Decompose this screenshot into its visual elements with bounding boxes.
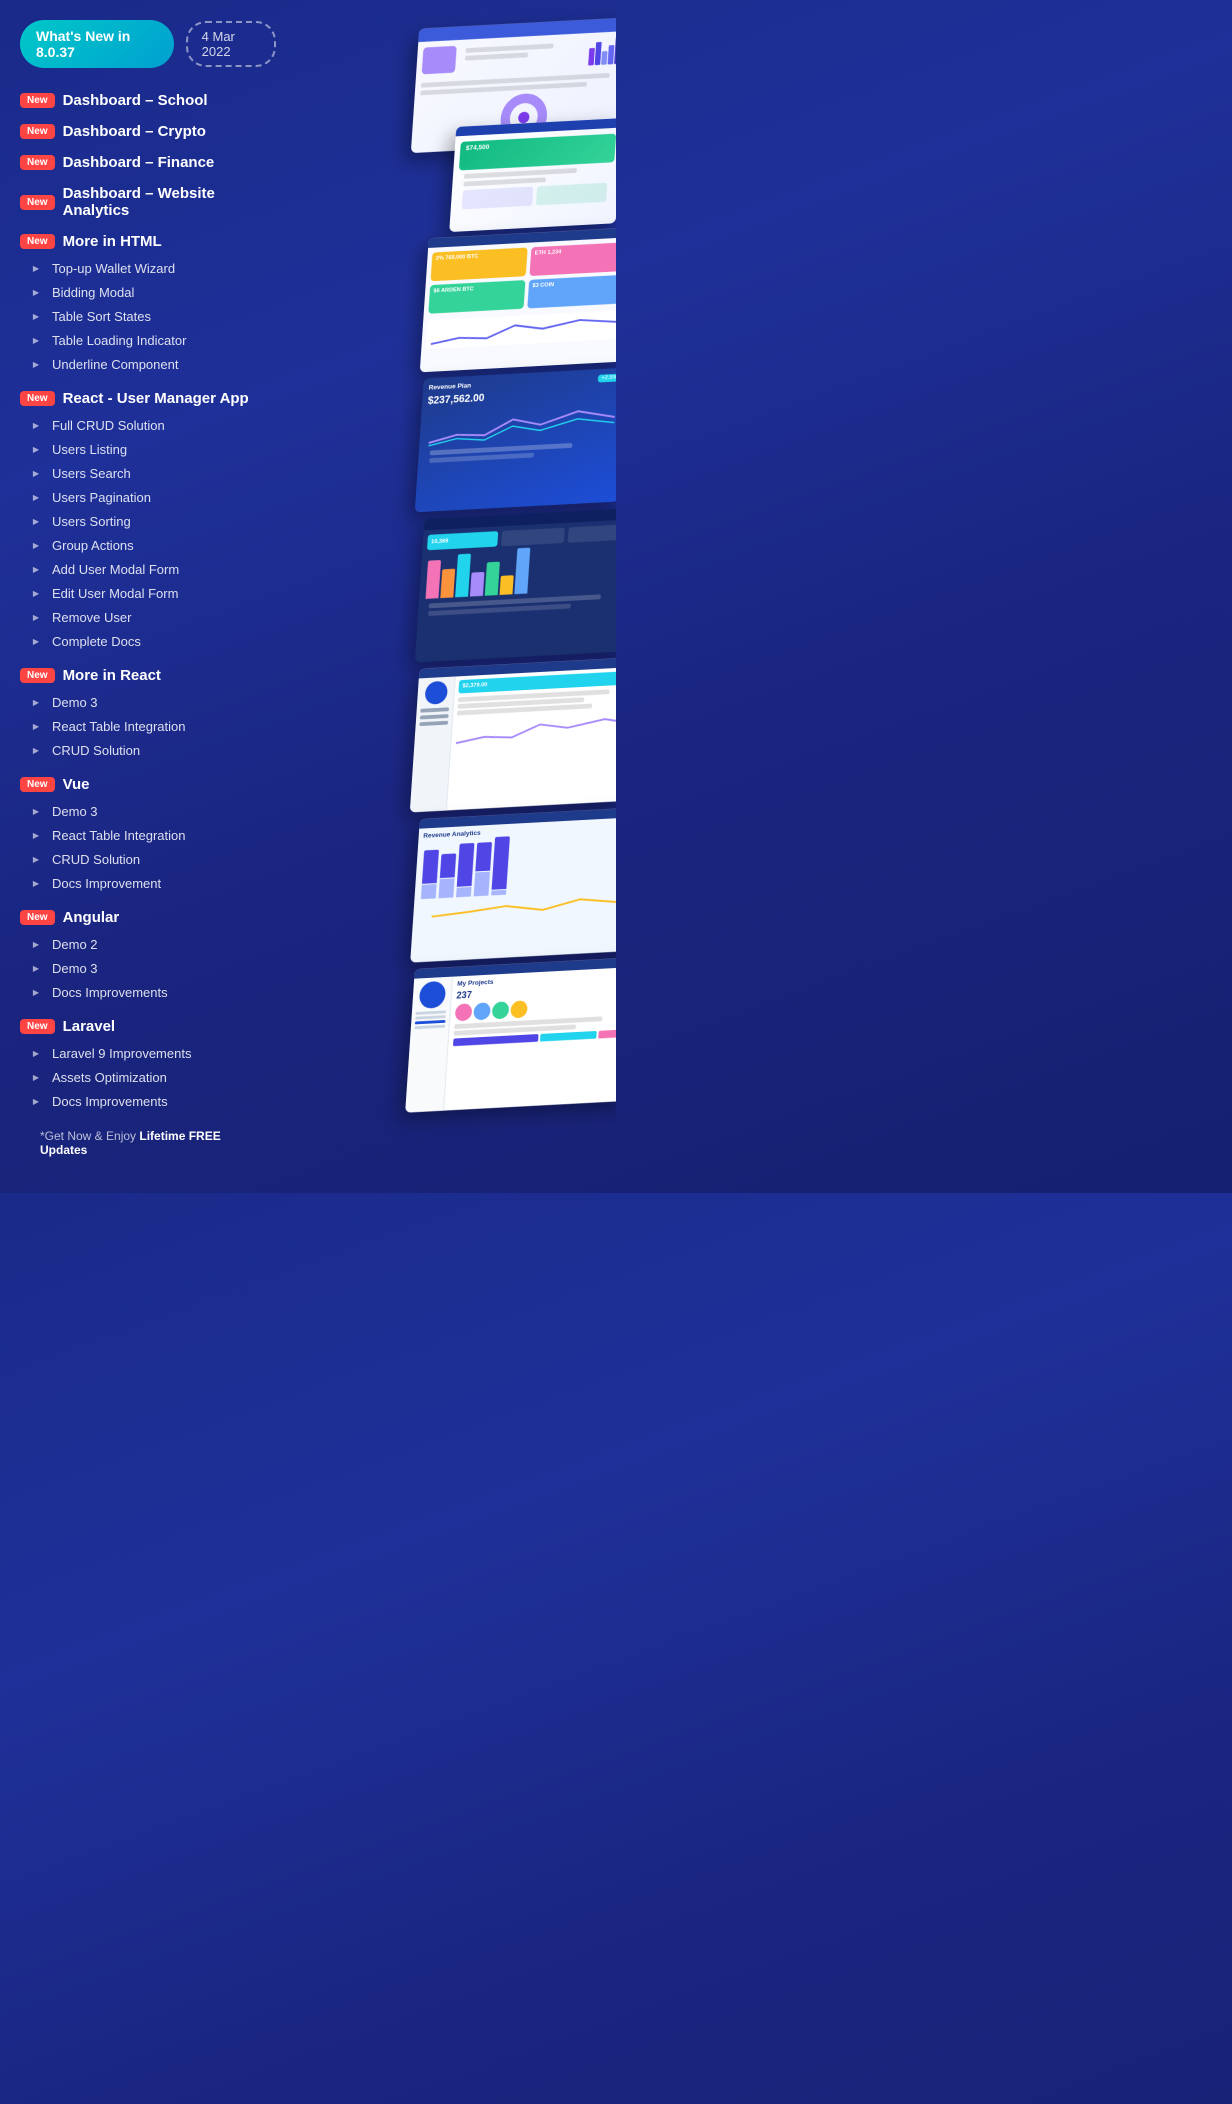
new-badge-react: New <box>20 391 55 406</box>
section-title-more-react: More in React <box>63 667 161 684</box>
section-title-react: React - User Manager App <box>63 390 249 407</box>
chevron-icon <box>28 984 44 1000</box>
chevron-icon <box>28 875 44 891</box>
list-item[interactable]: Users Pagination <box>20 485 276 509</box>
list-item[interactable]: Table Loading Indicator <box>20 328 276 352</box>
screenshots-panel: $74,500 2% 769,000 BTC ETH 1,234 <box>296 0 616 1193</box>
section-dashboard-school[interactable]: New Dashboard – School <box>20 92 276 109</box>
screenshot-2: $74,500 <box>449 118 616 232</box>
section-title-dashboard-school: Dashboard – School <box>63 92 208 109</box>
list-item[interactable]: Demo 2 <box>20 932 276 956</box>
list-item[interactable]: Demo 3 <box>20 956 276 980</box>
list-item[interactable]: Full CRUD Solution <box>20 413 276 437</box>
new-badge-vue: New <box>20 777 55 792</box>
list-item[interactable]: Docs Improvements <box>20 1089 276 1113</box>
new-badge-laravel: New <box>20 1019 55 1034</box>
list-item[interactable]: Users Sorting <box>20 509 276 533</box>
section-react-user-manager: New React - User Manager App <box>20 390 276 407</box>
section-title-laravel: Laravel <box>63 1018 116 1035</box>
chevron-icon <box>28 742 44 758</box>
list-item[interactable]: Docs Improvement <box>20 871 276 895</box>
section-vue: New Vue <box>20 776 276 793</box>
list-item[interactable]: React Table Integration <box>20 714 276 738</box>
list-item[interactable]: Top-up Wallet Wizard <box>20 256 276 280</box>
chevron-icon <box>28 694 44 710</box>
chevron-icon <box>28 633 44 649</box>
section-title-more-html: More in HTML <box>63 233 162 250</box>
new-badge-dashboard-finance: New <box>20 155 55 170</box>
section-title-vue: Vue <box>63 776 90 793</box>
section-dashboard-crypto[interactable]: New Dashboard – Crypto <box>20 123 276 140</box>
list-item[interactable]: Laravel 9 Improvements <box>20 1041 276 1065</box>
chevron-icon <box>28 308 44 324</box>
section-title-dashboard-finance: Dashboard – Finance <box>63 154 215 171</box>
section-title-dashboard-analytics: Dashboard – Website Analytics <box>63 185 276 219</box>
chevron-icon <box>28 284 44 300</box>
section-laravel: New Laravel <box>20 1018 276 1035</box>
chevron-icon <box>28 441 44 457</box>
section-title-dashboard-crypto: Dashboard – Crypto <box>63 123 206 140</box>
list-item[interactable]: Remove User <box>20 605 276 629</box>
screenshot-5: 10,369 <box>415 508 616 663</box>
chevron-icon <box>28 465 44 481</box>
list-item[interactable]: Edit User Modal Form <box>20 581 276 605</box>
page-header: What's New in 8.0.37 4 Mar 2022 <box>20 20 276 68</box>
chevron-icon <box>28 936 44 952</box>
screenshot-8: My Projects 237 <box>405 957 616 1112</box>
new-badge-dashboard-school: New <box>20 93 55 108</box>
section-angular: New Angular <box>20 909 276 926</box>
list-item[interactable]: CRUD Solution <box>20 847 276 871</box>
list-item[interactable]: Docs Improvements <box>20 980 276 1004</box>
chevron-icon <box>28 585 44 601</box>
chevron-icon <box>28 513 44 529</box>
footer: *Get Now & Enjoy Lifetime FREE Updates <box>20 1113 276 1173</box>
chevron-icon <box>28 489 44 505</box>
screenshot-3: 2% 769,000 BTC ETH 1,234 $6 ARDEN BTC $3… <box>420 228 616 373</box>
chevron-icon <box>28 561 44 577</box>
chevron-icon <box>28 537 44 553</box>
new-badge-angular: New <box>20 910 55 925</box>
chevron-icon <box>28 1045 44 1061</box>
list-item[interactable]: Assets Optimization <box>20 1065 276 1089</box>
chevron-icon <box>28 260 44 276</box>
section-dashboard-analytics[interactable]: New Dashboard – Website Analytics <box>20 185 276 219</box>
content-panel: What's New in 8.0.37 4 Mar 2022 New Dash… <box>0 0 296 1193</box>
list-item[interactable]: Underline Component <box>20 352 276 376</box>
chevron-icon <box>28 1069 44 1085</box>
list-item[interactable]: Complete Docs <box>20 629 276 653</box>
section-more-react: New More in React <box>20 667 276 684</box>
chevron-icon <box>28 960 44 976</box>
new-badge-dashboard-crypto: New <box>20 124 55 139</box>
screenshot-4: Revenue Plan +2.5% $237,562.00 <box>415 368 616 513</box>
list-item[interactable]: Group Actions <box>20 533 276 557</box>
new-badge-more-react: New <box>20 668 55 683</box>
section-dashboard-finance[interactable]: New Dashboard – Finance <box>20 154 276 171</box>
chevron-icon <box>28 827 44 843</box>
list-item[interactable]: CRUD Solution <box>20 738 276 762</box>
screenshot-6: $2,379.00 <box>410 658 616 813</box>
new-badge-dashboard-analytics: New <box>20 195 55 210</box>
chevron-icon <box>28 417 44 433</box>
chevron-icon <box>28 609 44 625</box>
chevron-icon <box>28 803 44 819</box>
section-more-html: New More in HTML <box>20 233 276 250</box>
chevron-icon <box>28 356 44 372</box>
list-item[interactable]: React Table Integration <box>20 823 276 847</box>
list-item[interactable]: Add User Modal Form <box>20 557 276 581</box>
section-title-angular: Angular <box>63 909 120 926</box>
chevron-icon <box>28 851 44 867</box>
list-item[interactable]: Users Search <box>20 461 276 485</box>
chevron-icon <box>28 718 44 734</box>
list-item[interactable]: Demo 3 <box>20 799 276 823</box>
screenshot-7: Revenue Analytics 7.9% <box>410 807 616 962</box>
chevron-icon <box>28 1093 44 1109</box>
version-badge: What's New in 8.0.37 <box>20 20 174 68</box>
list-item[interactable]: Bidding Modal <box>20 280 276 304</box>
list-item[interactable]: Table Sort States <box>20 304 276 328</box>
date-badge: 4 Mar 2022 <box>186 21 276 67</box>
chevron-icon <box>28 332 44 348</box>
list-item[interactable]: Users Listing <box>20 437 276 461</box>
new-badge-more-html: New <box>20 234 55 249</box>
list-item[interactable]: Demo 3 <box>20 690 276 714</box>
